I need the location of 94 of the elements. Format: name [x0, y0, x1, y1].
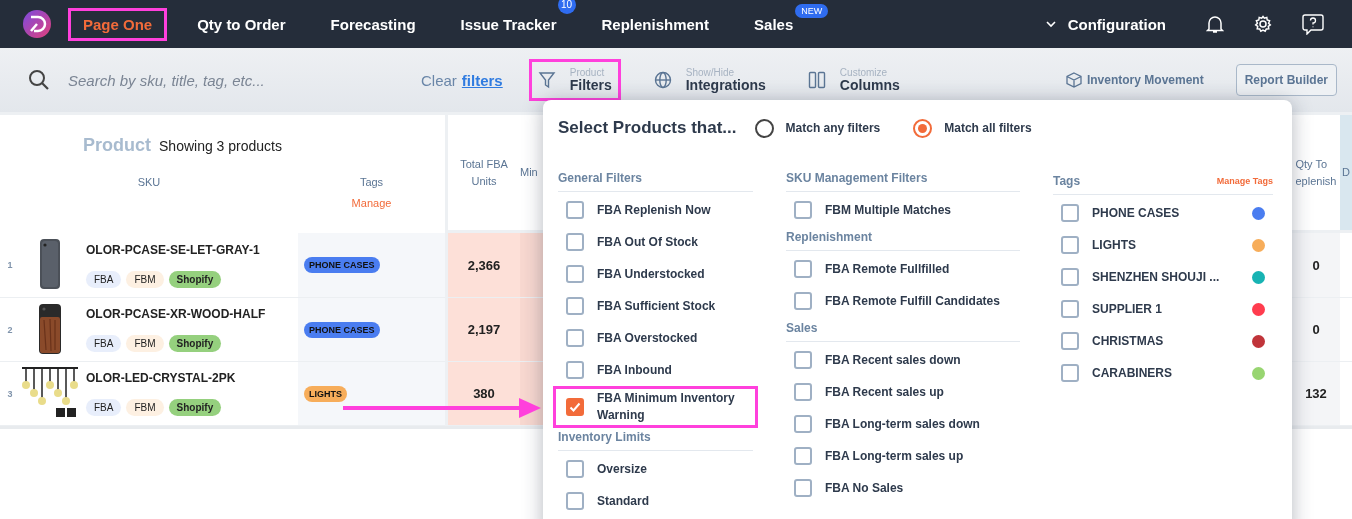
button-caption: Customize	[839, 66, 888, 78]
match-radio[interactable]: Match any filters	[754, 118, 881, 138]
column-header: Min	[520, 165, 538, 181]
filter-icon	[537, 71, 556, 89]
channel-chip: FBA	[86, 399, 122, 416]
product-title: Product	[83, 135, 151, 156]
section-heading: Tags	[1053, 174, 1081, 188]
channel-chip: FBM	[126, 270, 164, 288]
product-count: Showing 3 products	[159, 138, 282, 154]
button-caption: Product	[569, 66, 605, 78]
filter-option[interactable]: Standard	[558, 485, 753, 517]
channel-chip: Shopify	[168, 335, 222, 352]
new-badge: NEW	[795, 3, 829, 18]
table-cell: 0	[1292, 298, 1340, 362]
table-cell: 132	[1292, 362, 1340, 426]
channel-chip: Shopify	[168, 270, 222, 288]
filter-option[interactable]: FBA Replenish Now	[558, 194, 753, 226]
clear-label: Clear	[421, 71, 457, 89]
button-label: Filters	[569, 77, 612, 94]
channel-chip: FBA	[86, 270, 122, 288]
filter-option[interactable]: FBA Recent sales down	[786, 344, 1020, 376]
filter-option[interactable]: FBA No Sales	[786, 472, 1020, 504]
inventory-movement-link[interactable]: Inventory Movement	[1065, 72, 1204, 88]
filter-option[interactable]: FBM Multiple Matches	[786, 194, 1020, 226]
section-heading: General Filters	[558, 171, 643, 185]
button-caption: Show/Hide	[685, 66, 735, 78]
search-icon	[28, 69, 50, 91]
tag-option[interactable]: CARABINERS	[1053, 357, 1273, 389]
sku-text: OLOR-PCASE-XR-WOOD-HALF	[86, 307, 267, 321]
chevron-down-icon[interactable]	[1045, 20, 1056, 28]
tag-option[interactable]: CHRISTMAS	[1053, 325, 1273, 357]
filter-option[interactable]: FBA Recent sales up	[786, 376, 1020, 408]
logo-icon	[22, 9, 52, 39]
globe-icon	[653, 71, 672, 89]
row-number: 2	[7, 324, 13, 335]
column-header: Tags	[359, 175, 384, 190]
channel-chip: Shopify	[168, 399, 222, 416]
channel-chip: FBA	[86, 335, 122, 352]
bell-icon[interactable]	[1206, 14, 1224, 34]
filter-option[interactable]: FBA Remote Fullfilled	[786, 253, 1020, 285]
table-cell	[520, 298, 543, 362]
tag-option[interactable]: LIGHTS	[1053, 229, 1273, 261]
button-label: Columns	[839, 77, 900, 94]
filter-option[interactable]: FBA Long-term sales up	[786, 440, 1020, 472]
channel-chip: FBM	[126, 335, 164, 352]
search-field[interactable]: Search by sku, title, tag, etc...	[66, 70, 396, 90]
filter-option[interactable]: FBA Overstocked	[558, 322, 753, 354]
filter-option[interactable]: FBA Remote Fulfill Candidates	[786, 285, 1020, 317]
tag-option[interactable]: SUPPLIER 1	[1053, 293, 1273, 325]
column-header: D	[1342, 165, 1350, 181]
filter-option[interactable]: Oversize	[558, 453, 753, 485]
filter-option[interactable]: FBA Out Of Stock	[558, 226, 753, 258]
tag-option[interactable]: PHONE CASES	[1053, 197, 1273, 229]
nav-tab[interactable]: Replenishment	[586, 7, 725, 41]
filter-option[interactable]: FBA Understocked	[558, 258, 753, 290]
section-heading: SKU Management Filters	[786, 171, 928, 185]
help-chat-icon[interactable]	[1302, 13, 1324, 35]
dropdown-title: Select Products that...	[558, 118, 737, 138]
nav-tab[interactable]: Page One	[68, 7, 168, 41]
cube-icon	[1065, 72, 1082, 88]
tag-chip: PHONE CASES	[304, 257, 380, 273]
channel-chip: FBM	[126, 399, 164, 416]
tag-option[interactable]: SHENZHEN SHOUJI ...	[1053, 261, 1273, 293]
nav-tab[interactable]: Qty to Order	[182, 7, 301, 41]
table-cell: 380	[448, 362, 520, 426]
filter-option[interactable]: FBA Minimum Inventory Warning	[555, 388, 756, 426]
table-cell: 2,366	[448, 233, 520, 298]
section-heading: Inventory Limits	[558, 430, 651, 444]
sku-text: OLOR-LED-CRYSTAL-2PK	[86, 371, 237, 385]
row-number: 1	[7, 260, 13, 270]
filter-option[interactable]: FBA Long-term sales down	[786, 408, 1020, 440]
sku-text: OLOR-PCASE-SE-LET-GRAY-1	[86, 242, 261, 257]
configuration-menu[interactable]: Configuration	[1067, 15, 1166, 33]
table-cell: 2,197	[448, 298, 520, 362]
tag-chip: LIGHTS	[304, 385, 347, 402]
match-radio[interactable]: Match all filters	[913, 118, 1032, 138]
button-label: Integrations	[685, 77, 766, 94]
table-cell: 0	[1292, 233, 1340, 298]
count-badge: 10	[557, 0, 576, 14]
column-header: SKU	[137, 175, 161, 190]
tag-chip: PHONE CASES	[304, 321, 380, 338]
toolbar-button[interactable]: Show/Hide Integrations	[644, 59, 775, 101]
column-header: Total FBA Units	[459, 157, 509, 189]
filter-option[interactable]: FBA Inbound	[558, 354, 753, 386]
filter-option[interactable]: FBA Sufficient Stock	[558, 290, 753, 322]
column-header: Qty To eplenish	[1295, 157, 1337, 189]
section-heading: Sales	[786, 321, 818, 335]
columns-icon	[807, 71, 826, 89]
toolbar-button[interactable]: Customize Columns	[798, 59, 909, 101]
section-heading: Replenishment	[786, 230, 872, 244]
report-builder-button[interactable]: Report Builder	[1235, 64, 1337, 96]
settings-icon[interactable]	[1254, 15, 1272, 33]
nav-tab[interactable]: Forecasting	[315, 7, 431, 41]
row-number: 3	[7, 388, 13, 399]
